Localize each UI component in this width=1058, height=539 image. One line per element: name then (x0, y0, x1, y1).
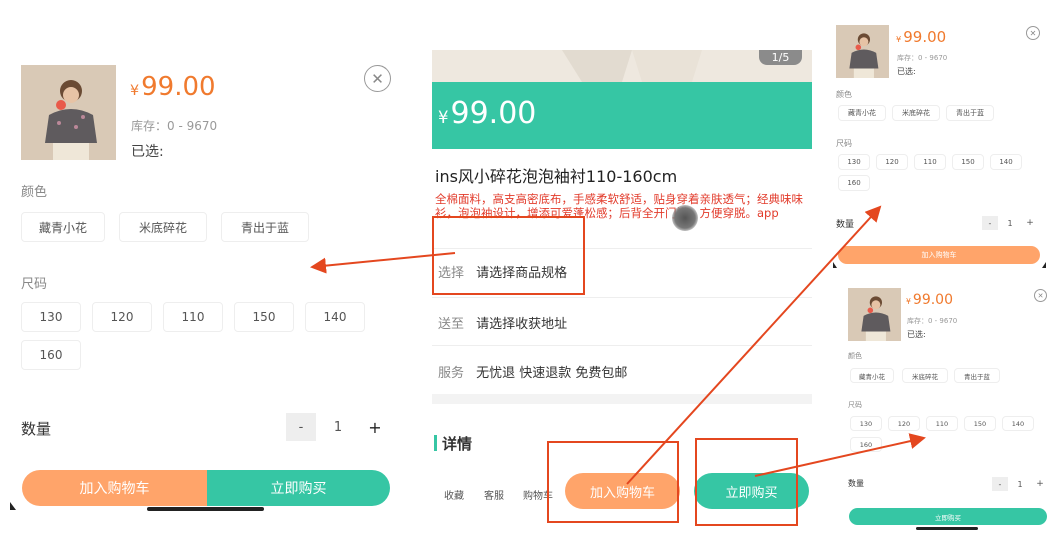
arrow-to-large-panel (310, 252, 456, 274)
arrow-to-cart-panel (626, 205, 882, 485)
annotation-arrows (310, 205, 926, 485)
arrow-to-buy-panel (754, 433, 926, 477)
